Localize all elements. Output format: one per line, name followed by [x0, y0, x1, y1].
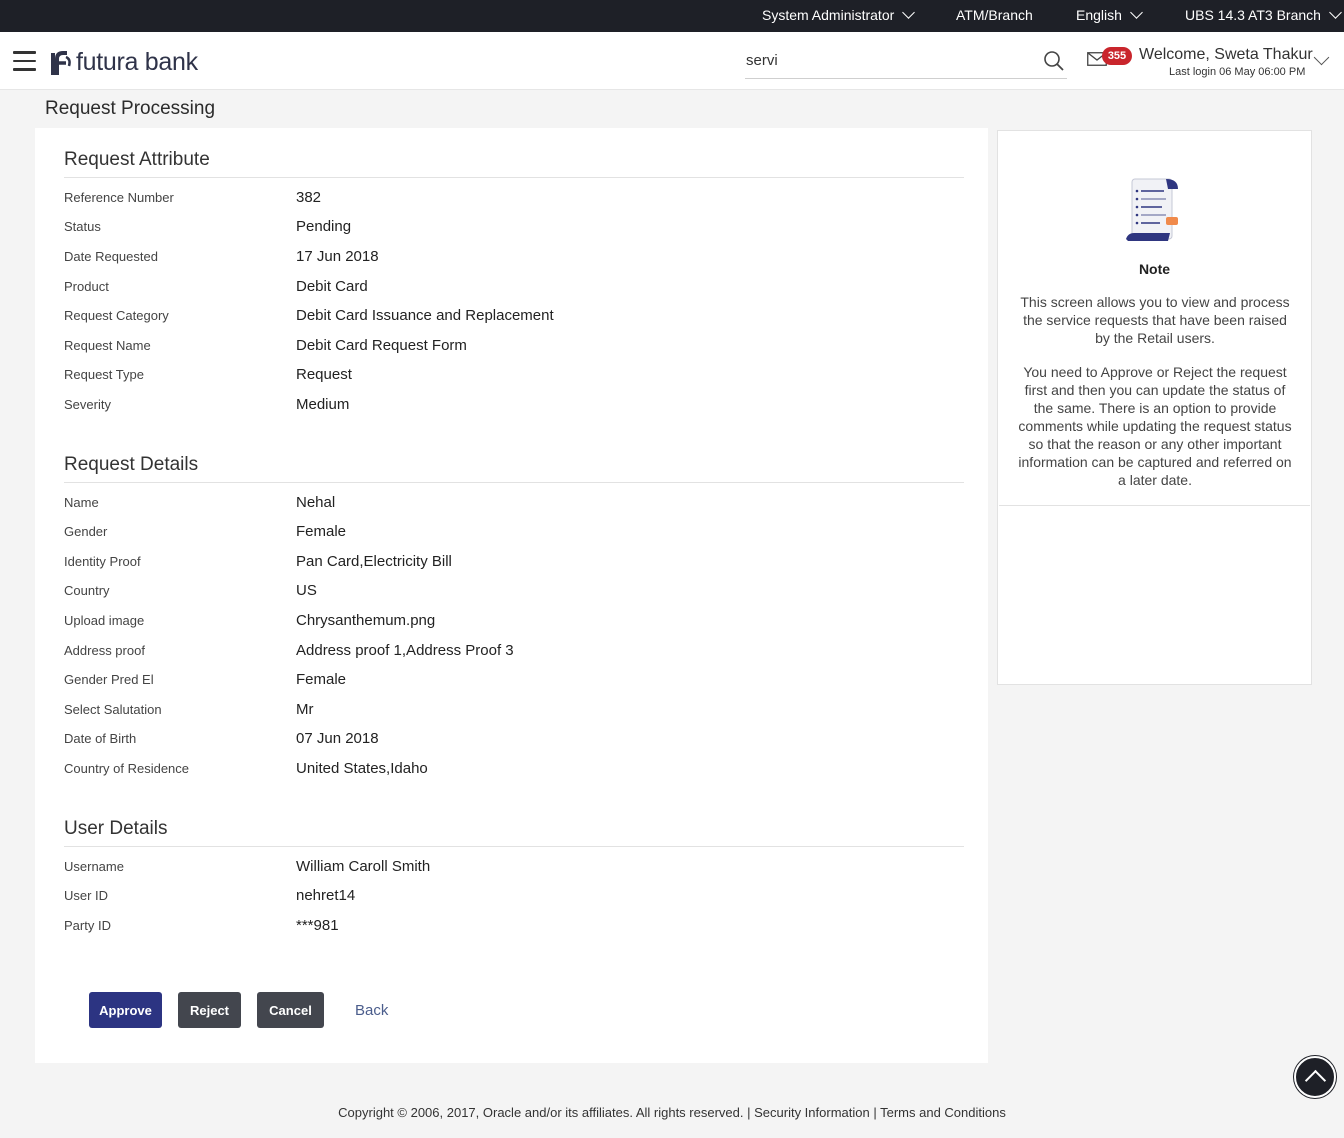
- search-box: [745, 46, 1067, 79]
- divider: [64, 846, 964, 847]
- field-value: Pan Card,Electricity Bill: [296, 553, 452, 570]
- chevron-down-icon: [902, 6, 916, 19]
- field-value: Nehal: [296, 494, 336, 511]
- field-value: Pending: [296, 218, 352, 235]
- entity-label: ATM/Branch: [956, 7, 1033, 23]
- chevron-down-icon: [1130, 6, 1143, 19]
- field-value: Address proof 1,Address Proof 3: [296, 642, 514, 659]
- field-label: User ID: [64, 888, 109, 903]
- field-value: nehret14: [296, 887, 356, 904]
- section-title-request-attribute: Request Attribute: [64, 149, 210, 170]
- logo[interactable]: futura bank: [47, 48, 198, 77]
- note-panel: Note This screen allows you to view and …: [997, 130, 1312, 685]
- field-value: William Caroll Smith: [296, 858, 431, 875]
- field-label: Date of Birth: [64, 731, 137, 746]
- field-value: 07 Jun 2018: [296, 730, 379, 747]
- footer: Copyright © 2006, 2017, Oracle and/or it…: [0, 1105, 1344, 1120]
- search-input[interactable]: [746, 52, 1026, 69]
- note-paragraph: This screen allows you to view and proce…: [1020, 294, 1290, 346]
- field-value: 17 Jun 2018: [296, 248, 379, 265]
- field-value: Female: [296, 523, 347, 540]
- security-information-link[interactable]: Security Information: [754, 1105, 870, 1120]
- field-label: Gender: [64, 524, 108, 539]
- reject-button[interactable]: Reject: [178, 992, 241, 1028]
- logo-text: futura bank: [76, 48, 198, 76]
- note-title: Note: [1138, 261, 1171, 277]
- field-label: Country of Residence: [64, 761, 190, 776]
- field-label: Party ID: [64, 918, 111, 933]
- field-value: Medium: [296, 396, 350, 413]
- field-value: Debit Card Issuance and Replacement: [296, 307, 554, 324]
- field-label: Upload image: [64, 613, 145, 628]
- document-note-icon: [1126, 178, 1178, 241]
- last-login-text: Last login 06 May 06:00 PM: [1169, 66, 1306, 78]
- approve-button[interactable]: Approve: [89, 992, 162, 1028]
- role-dropdown[interactable]: System Administrator: [762, 6, 916, 23]
- search-icon[interactable]: [1043, 50, 1065, 72]
- branch-dropdown[interactable]: UBS 14.3 AT3 Branch: [1185, 6, 1342, 23]
- top-bar: System Administrator ATM/Branch English …: [0, 0, 1344, 32]
- field-label: Country: [64, 583, 110, 598]
- field-value: Chrysanthemum.png: [296, 612, 436, 629]
- field-label: Request Name: [64, 338, 151, 353]
- chevron-down-icon: [1329, 6, 1342, 19]
- field-label: Request Category: [64, 308, 169, 323]
- language-dropdown[interactable]: English: [1076, 6, 1143, 23]
- field-label: Severity: [64, 397, 111, 412]
- field-value: United States,Idaho: [296, 760, 428, 777]
- welcome-text[interactable]: Welcome, Sweta Thakur: [1139, 46, 1313, 64]
- divider: [64, 177, 964, 178]
- field-label: Date Requested: [64, 249, 158, 264]
- field-value: Debit Card: [296, 278, 368, 295]
- field-label: Name: [64, 495, 99, 510]
- section-title-request-details: Request Details: [64, 454, 199, 475]
- field-value: Debit Card Request Form: [296, 337, 467, 354]
- field-label: Product: [64, 279, 109, 294]
- field-value: Request: [296, 366, 352, 383]
- section-title-user-details: User Details: [64, 818, 168, 839]
- entity-link[interactable]: ATM/Branch: [956, 7, 1033, 23]
- field-value: 382: [296, 189, 322, 206]
- language-label: English: [1076, 7, 1122, 23]
- field-value: ***981: [296, 917, 339, 934]
- chevron-up-icon: [1304, 1069, 1327, 1092]
- cancel-button[interactable]: Cancel: [257, 992, 324, 1028]
- futura-logo-icon: [51, 50, 71, 75]
- field-label: Username: [64, 859, 124, 874]
- copyright-text: Copyright © 2006, 2017, Oracle and/or it…: [338, 1105, 744, 1120]
- field-value: Mr: [296, 701, 314, 718]
- back-link[interactable]: Back: [355, 1002, 388, 1019]
- note-box: Note This screen allows you to view and …: [999, 131, 1310, 506]
- mail-count-badge[interactable]: 355: [1102, 47, 1132, 65]
- field-label: Identity Proof: [64, 554, 141, 569]
- menu-icon[interactable]: [13, 51, 36, 71]
- branch-label: UBS 14.3 AT3 Branch: [1185, 7, 1321, 23]
- terms-link[interactable]: Terms and Conditions: [880, 1105, 1006, 1120]
- role-label: System Administrator: [762, 7, 895, 23]
- note-paragraph: You need to Approve or Reject the reques…: [1018, 364, 1292, 488]
- field-label: Status: [64, 219, 101, 234]
- scroll-to-top-button[interactable]: [1294, 1056, 1336, 1098]
- field-value: Female: [296, 671, 347, 688]
- field-label: Gender Pred El: [64, 672, 154, 687]
- field-label: Select Salutation: [64, 702, 162, 717]
- request-card: Request Attribute Reference Number 382 S…: [35, 128, 988, 1063]
- field-label: Request Type: [64, 367, 144, 382]
- field-label: Reference Number: [64, 190, 174, 205]
- field-value: US: [296, 582, 317, 599]
- field-label: Address proof: [64, 643, 145, 658]
- page-title: Request Processing: [45, 98, 216, 119]
- divider: [64, 482, 964, 483]
